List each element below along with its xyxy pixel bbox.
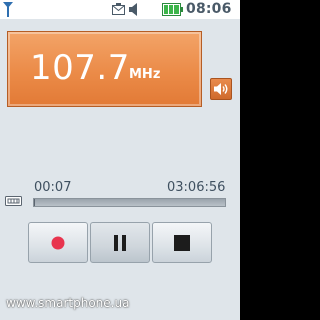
elapsed-time: 00:07 [34,180,72,195]
frequency-value: 107.7 [30,48,130,88]
volume-icon [129,3,137,16]
frequency-display: 107.7 MHz [7,31,202,107]
stop-icon [174,234,190,251]
record-button[interactable] [28,222,88,263]
pause-icon [114,234,126,251]
total-time: 03:06:56 [167,180,226,195]
pause-button[interactable] [90,222,150,263]
status-time: 08:06 [186,1,232,17]
speaker-icon [214,83,228,95]
message-icon [112,3,125,15]
signal-icon [3,2,13,17]
frequency-unit: MHz [129,67,161,82]
recording-tape-icon [5,196,22,206]
stop-button[interactable] [152,222,212,263]
status-bar: 08:06 [0,0,240,19]
fm-radio-screen: 08:06 107.7 MHz 00:07 03:06:56 www.smart… [0,0,240,320]
watermark-text: www.smartphone.ua [6,296,130,310]
battery-icon [162,3,183,16]
record-icon [51,236,65,249]
speaker-toggle-button[interactable] [210,78,232,100]
recording-progress-bar[interactable] [33,198,226,207]
